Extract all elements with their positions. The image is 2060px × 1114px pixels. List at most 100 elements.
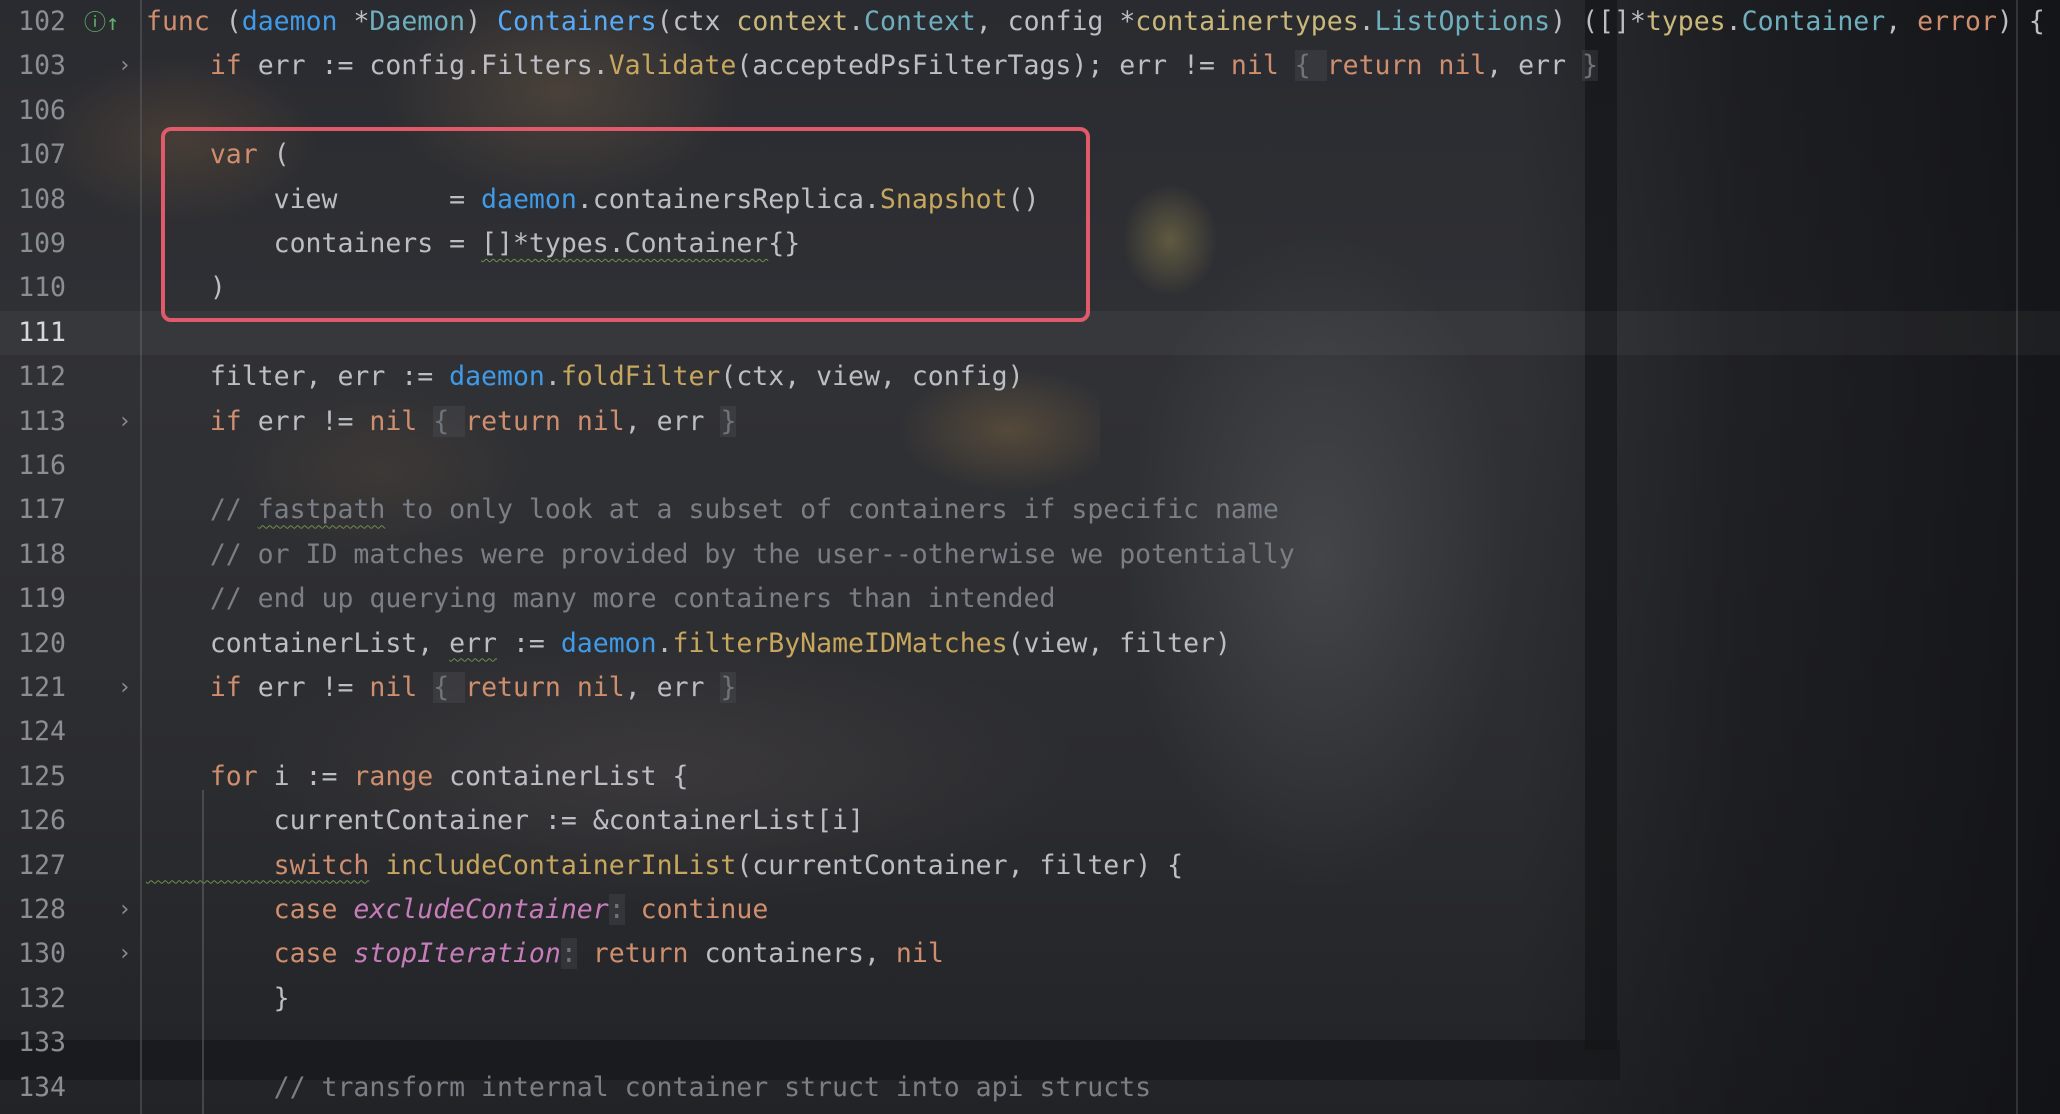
code-line[interactable]: 121 › if err != nil { return nil, err }	[0, 666, 2060, 710]
code-line[interactable]: 113 › if err != nil { return nil, err }	[0, 400, 2060, 444]
code-line[interactable]: 112 filter, err := daemon.foldFilter(ctx…	[0, 355, 2060, 399]
line-number[interactable]: 103	[0, 44, 66, 88]
code-line[interactable]: 120 containerList, err := daemon.filterB…	[0, 622, 2060, 666]
code-line[interactable]: 125 for i := range containerList {	[0, 755, 2060, 799]
line-number[interactable]: 120	[0, 622, 66, 666]
fold-expand-icon[interactable]: ›	[118, 400, 131, 444]
code-token: nil	[369, 672, 418, 703]
code-token: // or ID matches were provided by the us…	[146, 538, 1295, 570]
code-line[interactable]: 116	[0, 444, 2060, 488]
code-text[interactable]: // end up querying many more containers …	[146, 577, 1056, 621]
code-text[interactable]: filter, err := daemon.foldFilter(ctx, vi…	[146, 355, 1024, 399]
code-text[interactable]: if err := config.Filters.Validate(accept…	[146, 44, 1598, 88]
code-text[interactable]: // transform internal container struct i…	[146, 1066, 1152, 1110]
code-text[interactable]: if err != nil { return nil, err }	[146, 666, 737, 710]
line-number[interactable]: 130	[0, 932, 66, 976]
code-line[interactable]: 117 // fastpath to only look at a subset…	[0, 488, 2060, 532]
code-text[interactable]: }	[146, 977, 290, 1021]
fold-expand-icon[interactable]: ›	[118, 888, 131, 932]
code-token: .	[848, 6, 865, 37]
code-text[interactable]: switch includeContainerInList(currentCon…	[146, 844, 1183, 888]
code-text[interactable]: func (daemon *Daemon) Containers(ctx con…	[146, 0, 2045, 44]
code-line[interactable]: 128 › case excludeContainer: continue	[0, 888, 2060, 932]
code-token: case	[146, 938, 354, 970]
code-token: containers,	[704, 938, 896, 970]
line-number[interactable]: 132	[0, 977, 66, 1021]
code-token: err := config.Filters.	[257, 50, 609, 82]
code-token: .	[1725, 6, 1742, 37]
code-token: containerList {	[449, 760, 689, 792]
code-text[interactable]: currentContainer := &containerList[i]	[146, 799, 864, 843]
line-number[interactable]: 113	[0, 400, 66, 444]
code-token: continue	[640, 894, 769, 925]
code-text[interactable]: case stopIteration: return containers, n…	[146, 932, 944, 976]
line-number[interactable]: 133	[0, 1021, 66, 1065]
code-line[interactable]: 130 › case stopIteration: return containe…	[0, 932, 2060, 976]
fold-expand-icon[interactable]: ›	[118, 932, 131, 976]
code-token: err !=	[257, 672, 370, 703]
code-token: case	[146, 894, 354, 925]
code-line[interactable]: 126 currentContainer := &containerList[i…	[0, 799, 2060, 843]
line-number[interactable]: 126	[0, 799, 66, 843]
line-number[interactable]: 125	[0, 755, 66, 799]
code-token: nil	[369, 405, 418, 437]
code-token: nil	[1438, 50, 1487, 82]
code-line[interactable]: 118 // or ID matches were provided by th…	[0, 533, 2060, 577]
code-line[interactable]: 124	[0, 710, 2060, 754]
line-number[interactable]: 118	[0, 533, 66, 577]
code-text[interactable]: // fastpath to only look at a subset of …	[146, 488, 1279, 532]
line-number[interactable]: 110	[0, 266, 66, 310]
line-number[interactable]: 127	[0, 844, 66, 888]
code-token: filterByNameIDMatches	[672, 627, 1008, 659]
code-token: :	[560, 938, 577, 970]
code-token: :	[608, 894, 625, 925]
code-token: ) {	[1996, 6, 2045, 37]
code-line[interactable]: 119 // end up querying many more contain…	[0, 577, 2060, 621]
code-token: err !=	[257, 405, 370, 437]
line-number[interactable]: 116	[0, 444, 66, 488]
line-number[interactable]: 134	[0, 1066, 66, 1110]
code-token: filter, err :=	[146, 361, 450, 393]
line-number[interactable]: 111	[0, 311, 66, 355]
line-number[interactable]: 108	[0, 178, 66, 222]
line-number[interactable]: 107	[0, 133, 66, 177]
code-line[interactable]: 133	[0, 1021, 2060, 1065]
code-token: nil	[895, 938, 944, 970]
code-token: :=	[497, 627, 561, 659]
code-text[interactable]: for i := range containerList {	[146, 755, 689, 799]
code-line[interactable]: 127 switch includeContainerInList(curren…	[0, 844, 2060, 888]
code-token: currentContainer := &containerList[i]	[146, 805, 864, 837]
code-token: (ctx	[656, 6, 737, 37]
code-token: , err	[624, 405, 721, 437]
line-number[interactable]: 117	[0, 488, 66, 532]
line-number[interactable]: 106	[0, 89, 66, 133]
code-token: if	[146, 50, 258, 82]
code-token: {	[1294, 50, 1327, 82]
code-text[interactable]: case excludeContainer: continue	[146, 888, 768, 932]
line-number[interactable]: 119	[0, 577, 66, 621]
fold-expand-icon[interactable]: ›	[118, 666, 131, 710]
code-token: , config *	[975, 6, 1136, 37]
code-text[interactable]: if err != nil { return nil, err }	[146, 400, 737, 444]
code-line[interactable]: 134 // transform internal container stru…	[0, 1066, 2060, 1110]
code-editor[interactable]: 102 ⓘ↑ func (daemon *Daemon) Containers(ct…	[0, 0, 2060, 1114]
code-line[interactable]: 102 ⓘ↑ func (daemon *Daemon) Containers(ct…	[0, 0, 2060, 44]
line-number[interactable]: 109	[0, 222, 66, 266]
line-number[interactable]: 128	[0, 888, 66, 932]
code-token: return	[465, 672, 577, 703]
code-text[interactable]: // or ID matches were provided by the us…	[146, 533, 1295, 577]
line-number[interactable]: 121	[0, 666, 66, 710]
code-token: {	[433, 405, 466, 437]
code-text[interactable]: containerList, err := daemon.filterByNam…	[146, 622, 1231, 666]
code-token: {	[433, 672, 466, 703]
line-number[interactable]: 124	[0, 710, 66, 754]
code-token: containertypes	[1135, 6, 1359, 37]
line-number[interactable]: 112	[0, 355, 66, 399]
code-line[interactable]: 103 › if err := config.Filters.Validate(a…	[0, 44, 2060, 88]
implements-interface-icon[interactable]: ⓘ↑	[84, 2, 119, 46]
code-line[interactable]: 132 }	[0, 977, 2060, 1021]
fold-expand-icon[interactable]: ›	[118, 44, 131, 88]
line-number[interactable]: 102	[0, 0, 66, 44]
code-token: i :=	[273, 760, 354, 792]
